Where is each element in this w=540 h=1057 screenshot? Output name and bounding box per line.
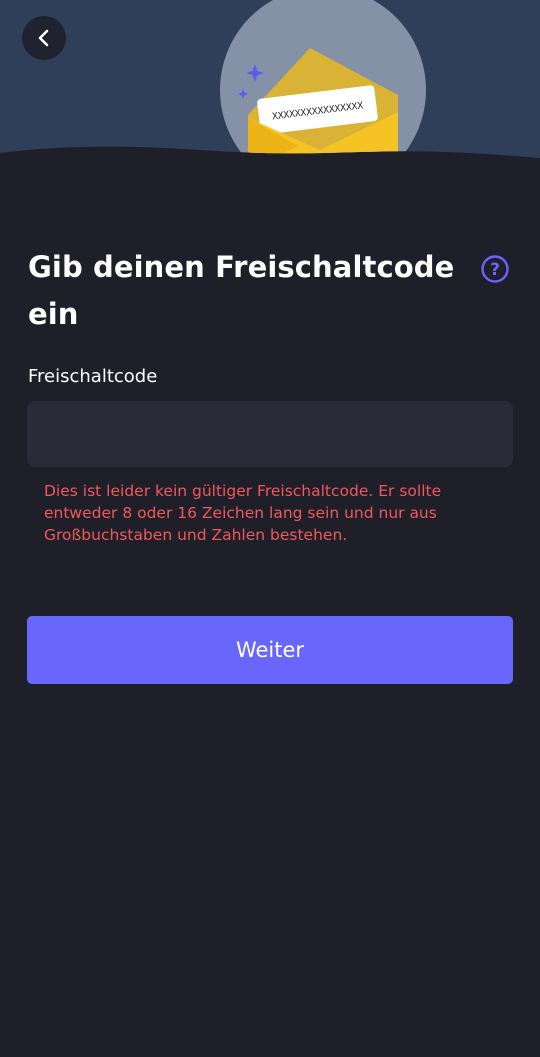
svg-text:?: ? xyxy=(490,260,500,280)
page-title: Gib deinen Freischaltcode ein xyxy=(28,250,455,331)
error-message: Dies ist leider kein gültiger Freischalt… xyxy=(44,482,442,544)
question-circle-icon[interactable]: ? xyxy=(480,254,510,284)
code-field-label: Freischaltcode xyxy=(28,366,158,387)
header-illustration: XXXXXXXXXXXXXXXX xyxy=(0,0,540,180)
envelope-illustration: XXXXXXXXXXXXXXXX xyxy=(0,0,540,180)
chevron-left-icon xyxy=(38,29,49,47)
code-input[interactable] xyxy=(27,401,513,467)
back-button[interactable] xyxy=(22,16,66,60)
continue-button[interactable]: Weiter xyxy=(27,616,513,684)
title-row: Gib deinen Freischaltcode ein ? xyxy=(28,244,512,338)
